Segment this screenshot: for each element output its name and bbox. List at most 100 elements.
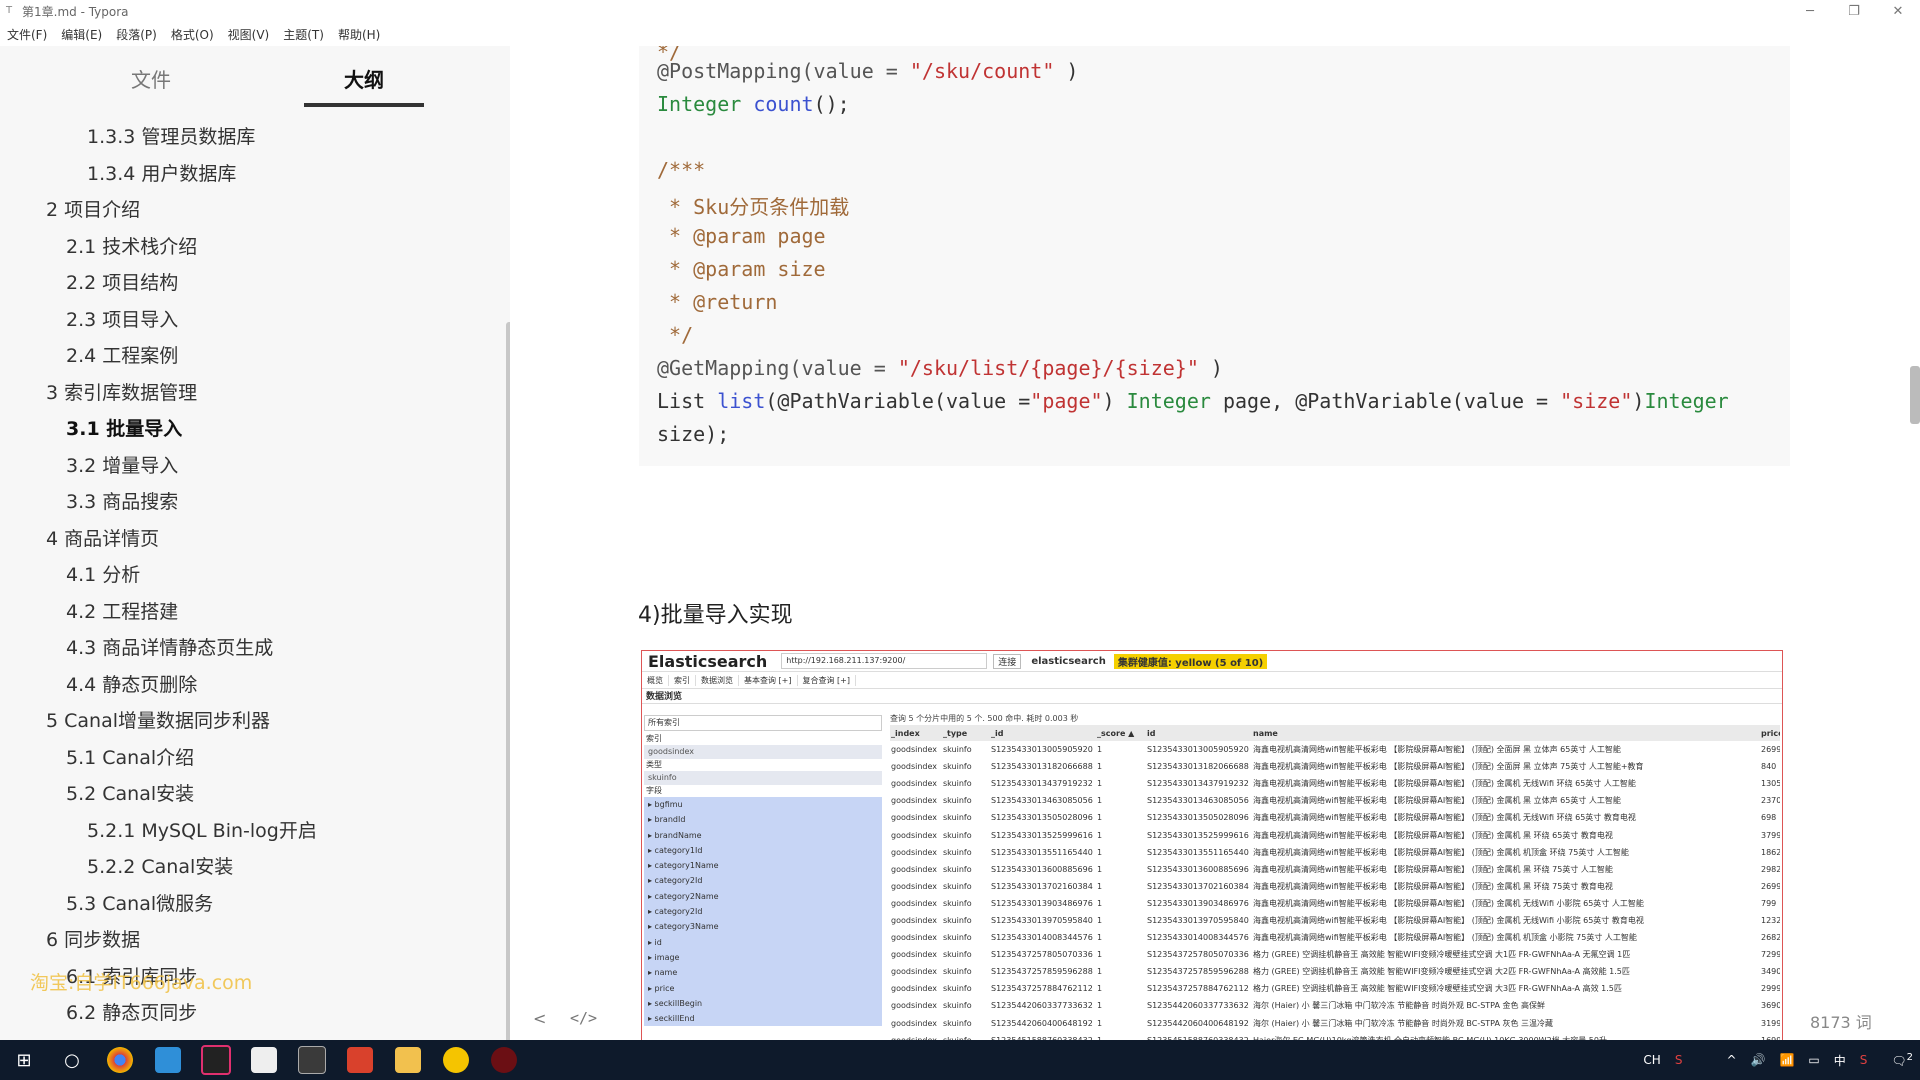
es-table-cell: 1862: [1761, 847, 1780, 857]
es-tab: 基本查询 [+]: [739, 674, 798, 686]
menu-paragraph[interactable]: 段落(P): [109, 26, 164, 43]
app-icon[interactable]: [336, 1040, 384, 1080]
es-table-cell: S1235433013463085056: [1147, 796, 1249, 806]
record-icon[interactable]: [480, 1040, 528, 1080]
battery-icon[interactable]: ▭: [1801, 1053, 1826, 1067]
notification-icon[interactable]: 🗨2: [1884, 1052, 1920, 1068]
outline-item[interactable]: 1.3.3 管理员数据库: [87, 122, 255, 149]
outline-item[interactable]: 5.3 Canal微服务: [66, 889, 213, 916]
es-table-cell: 1: [1097, 779, 1103, 789]
es-table-row: goodsindexskuinfoS12354515887603384321S1…: [890, 1032, 1780, 1040]
es-table-cell: 海尔 (Haier) 小 馨三门冰箱 中门软冷冻 节能静音 时尚外观 BC-ST…: [1253, 1018, 1554, 1028]
es-results-panel: 查询 5 个分片中用的 5 个. 500 命中. 耗时 0.003 秒 _ind…: [890, 713, 1780, 1040]
es-table-cell: 海鑫电视机高清网络wifi智能平板彩电 【影院级屏幕AI智能】 (顶配) 金属机…: [1253, 813, 1636, 823]
sidebar-scrollbar[interactable]: [506, 322, 510, 1040]
es-table-row: goodsindex skuinfo S1235433013903486976 1 S1…: [890, 895, 1780, 912]
es-table-cell: S1235437257859596288: [991, 967, 1093, 977]
es-table-cell: 1: [1097, 796, 1103, 806]
outline-item[interactable]: 5 Canal增量数据同步利器: [46, 706, 270, 733]
es-table-cell: skuinfo: [943, 864, 972, 874]
menu-edit[interactable]: 编辑(E): [54, 26, 109, 43]
code-line: */: [657, 323, 694, 347]
outline-item[interactable]: 4.3 商品详情静态页生成: [66, 633, 273, 660]
outline-item[interactable]: 2.3 项目导入: [66, 305, 178, 332]
es-table-cell: S1235433013970595840: [1147, 915, 1249, 925]
intellij-icon[interactable]: [192, 1040, 240, 1080]
restore-button[interactable]: ❐: [1832, 4, 1876, 19]
editor-scrollbar[interactable]: [1910, 366, 1920, 424]
outline-item[interactable]: 5.2.2 Canal安装: [87, 852, 233, 879]
code-line: Integer count();: [657, 92, 850, 116]
es-table-cell: 1: [1097, 984, 1103, 994]
close-button[interactable]: ✕: [1876, 4, 1920, 19]
es-column-header: id: [1146, 725, 1252, 741]
outline-item[interactable]: 2.4 工程案例: [66, 341, 178, 368]
es-table-cell: S1235433013182066688: [991, 762, 1093, 772]
menu-format[interactable]: 格式(O): [164, 26, 221, 43]
es-table-cell: skuinfo: [943, 813, 972, 823]
code-block[interactable]: */ @PostMapping(value = "/sku/count" ) I…: [639, 46, 1790, 466]
es-table-cell: 格力 (GREE) 空调挂机静音王 高效能 智能WIFI变频冷暖壁挂式空调 大3…: [1253, 984, 1622, 994]
outline-item[interactable]: 4.4 静态页删除: [66, 670, 197, 697]
outline-item[interactable]: 3.2 增量导入: [66, 451, 178, 478]
outline-item[interactable]: 4 商品详情页: [46, 524, 159, 551]
es-table-cell: goodsindex: [891, 881, 937, 891]
es-table-cell: 海鑫电视机高清网络wifi智能平板彩电 【影院级屏幕AI智能】 (顶配) 金属机…: [1253, 881, 1613, 891]
outline-toggle-icon[interactable]: <: [533, 1009, 546, 1028]
outline-item[interactable]: 5.2.1 MySQL Bin-log开启: [87, 816, 317, 843]
es-field-item: ▸ category1Id: [648, 845, 703, 855]
outline-item[interactable]: 2 项目介绍: [46, 195, 140, 222]
es-query-info: 查询 5 个分片中用的 5 个. 500 命中. 耗时 0.003 秒: [890, 714, 1079, 723]
minimize-button[interactable]: ─: [1788, 4, 1832, 19]
word-count[interactable]: 8173 词: [1810, 1009, 1872, 1033]
es-index-value: goodsindex: [644, 745, 882, 759]
outline-item[interactable]: 5.2 Canal安装: [66, 779, 194, 806]
es-table-cell: S1235433013525999616: [991, 830, 1093, 840]
es-field-item: ▸ category2Id: [648, 907, 703, 917]
section-heading: 4)批量导入实现: [638, 603, 793, 628]
tab-files[interactable]: 文件: [131, 64, 171, 93]
sogou-icon[interactable]: S: [1668, 1053, 1690, 1067]
es-table-row: goodsindex skuinfo S1235433013005905920 1 S1…: [890, 741, 1780, 758]
paint-icon[interactable]: [432, 1040, 480, 1080]
source-mode-icon[interactable]: </>: [570, 1009, 597, 1027]
ime-indicator[interactable]: CH: [1636, 1053, 1667, 1067]
es-table-cell: skuinfo: [943, 796, 972, 806]
explorer-icon[interactable]: [384, 1040, 432, 1080]
es-table-cell: S1235442060337733632: [991, 1001, 1093, 1011]
taskbar: ⊞ ○ CH S ^ 🔊 📶 ▭ 中 S 🗨2: [0, 1040, 1920, 1080]
outline-item[interactable]: 3 索引库数据管理: [46, 378, 197, 405]
es-table-cell: skuinfo: [943, 898, 972, 908]
outline-item[interactable]: 5.1 Canal介绍: [66, 743, 194, 770]
menu-view[interactable]: 视图(V): [221, 26, 277, 43]
outline-item[interactable]: 3.3 商品搜索: [66, 487, 178, 514]
outline-item[interactable]: 6.2 静态页同步: [66, 998, 197, 1025]
typora-icon[interactable]: [240, 1040, 288, 1080]
volume-icon[interactable]: 🔊: [1744, 1053, 1773, 1067]
cortana-icon[interactable]: ○: [48, 1040, 96, 1080]
menu-help[interactable]: 帮助(H): [331, 26, 387, 43]
outline-item[interactable]: 3.1 批量导入: [66, 414, 182, 441]
es-table-cell: goodsindex: [891, 847, 937, 857]
chrome-icon[interactable]: [96, 1040, 144, 1080]
outline-item[interactable]: 6 同步数据: [46, 925, 140, 952]
outline-item[interactable]: 2.2 项目结构: [66, 268, 178, 295]
es-table-cell: skuinfo: [943, 1001, 972, 1011]
menu-theme[interactable]: 主题(T): [276, 26, 331, 43]
tab-outline[interactable]: 大纲: [344, 64, 384, 93]
browser-icon[interactable]: [144, 1040, 192, 1080]
es-field-item: ▸ bgfimu: [648, 800, 683, 809]
terminal-icon[interactable]: [288, 1040, 336, 1080]
outline-item[interactable]: 2.1 技术栈介绍: [66, 232, 197, 259]
es-results-table: _index_type_id_score ▲idnameprice goodsi…: [890, 725, 1780, 1040]
windows-start-icon[interactable]: ⊞: [0, 1040, 48, 1080]
tray-expand-icon[interactable]: ^: [1719, 1053, 1743, 1067]
input-method-icon[interactable]: 中: [1827, 1052, 1853, 1069]
network-icon[interactable]: 📶: [1772, 1053, 1801, 1067]
menu-file[interactable]: 文件(F): [0, 26, 54, 43]
es-table-cell: goodsindex: [891, 984, 937, 994]
outline-item[interactable]: 4.2 工程搭建: [66, 597, 178, 624]
outline-item[interactable]: 1.3.4 用户数据库: [87, 159, 236, 186]
outline-item[interactable]: 4.1 分析: [66, 560, 140, 587]
sogou-icon[interactable]: S: [1853, 1053, 1875, 1067]
